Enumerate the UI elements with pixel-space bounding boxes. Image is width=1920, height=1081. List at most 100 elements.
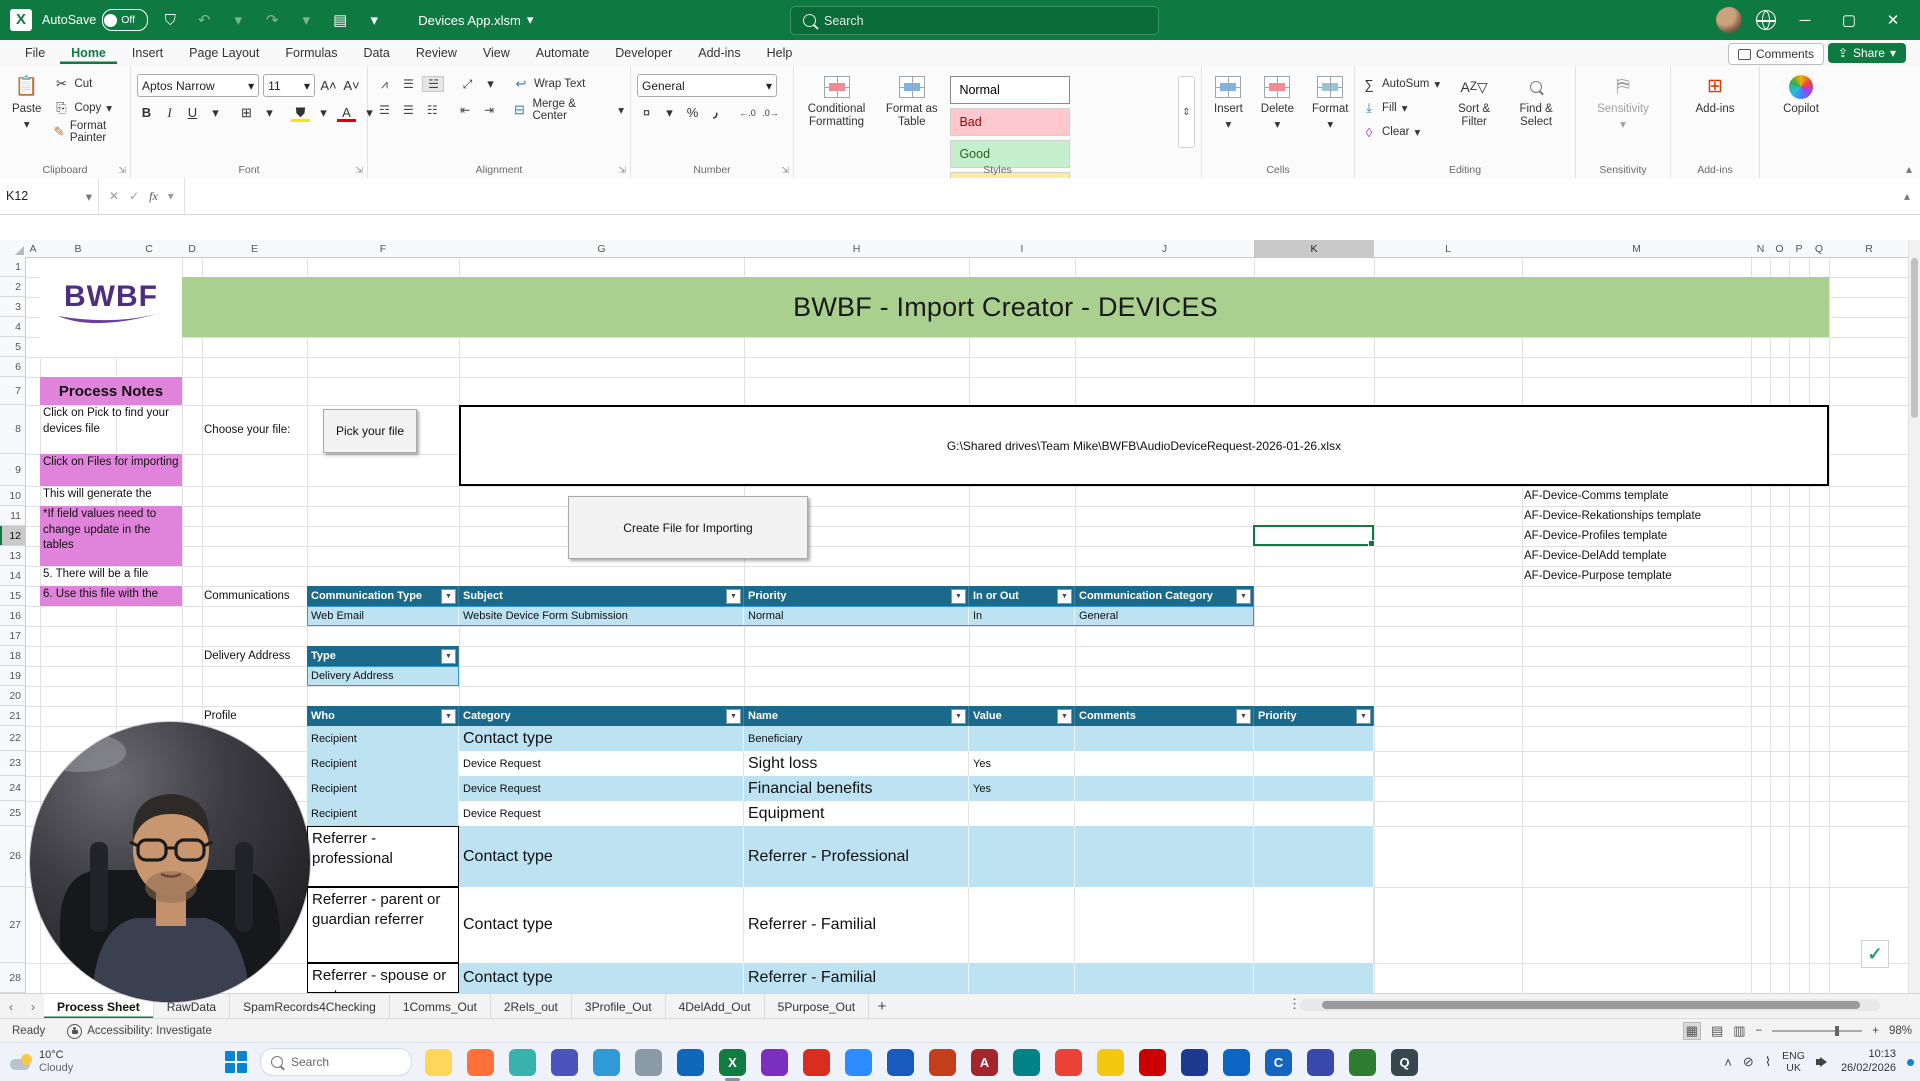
row-header-19[interactable]: 19 bbox=[0, 666, 26, 686]
profile-cell-value[interactable] bbox=[969, 801, 1075, 826]
zoom-slider[interactable] bbox=[1772, 1026, 1863, 1036]
user-avatar[interactable] bbox=[1716, 7, 1742, 33]
tab-scroll-left-icon[interactable]: ‹ bbox=[0, 994, 22, 1019]
conditional-formatting-button[interactable]: Conditional Formatting bbox=[800, 70, 873, 154]
menu-tab-developer[interactable]: Developer bbox=[604, 42, 683, 64]
profile-cell-priority[interactable] bbox=[1254, 726, 1374, 751]
profile-header-name[interactable]: Name ▼ bbox=[744, 706, 969, 726]
profile-cell-category[interactable]: Device Request bbox=[459, 776, 744, 801]
profile-cell-category[interactable]: Device Request bbox=[459, 751, 744, 776]
profile-header-who[interactable]: Who ▼ bbox=[307, 706, 459, 726]
copy-button[interactable]: ⎘ Copy ▾ bbox=[53, 98, 124, 118]
bold-button[interactable]: B bbox=[137, 103, 156, 122]
process-note-2[interactable]: Click on Files for importing bbox=[40, 454, 182, 486]
tab-scroll-right-icon[interactable]: › bbox=[22, 994, 44, 1019]
row-header-9[interactable]: 9 bbox=[0, 454, 26, 486]
accessibility-status[interactable]: Accessibility: Investigate bbox=[87, 1025, 212, 1037]
insert-function-icon[interactable]: fx bbox=[149, 189, 158, 204]
alignment-dialog-launcher[interactable]: ⇲ bbox=[618, 165, 626, 176]
align-center-icon[interactable]: ☰ bbox=[398, 103, 418, 117]
process-note-3[interactable]: This will generate the bbox=[40, 486, 182, 506]
profile-cell-name[interactable]: Referrer - Familial bbox=[744, 887, 969, 963]
menu-tab-view[interactable]: View bbox=[472, 42, 521, 64]
increase-font-icon[interactable]: A˄ bbox=[319, 76, 338, 95]
row-header-24[interactable]: 24 bbox=[0, 776, 26, 801]
minimize-button[interactable]: ─ bbox=[1790, 12, 1820, 29]
percent-style-icon[interactable]: % bbox=[683, 103, 702, 122]
column-header-F[interactable]: F bbox=[307, 240, 460, 258]
profile-cell-name[interactable]: Beneficiary bbox=[744, 726, 969, 751]
profile-cell-value[interactable]: Yes bbox=[969, 751, 1075, 776]
profile-cell-category[interactable]: Contact type bbox=[459, 826, 744, 887]
comm-filter-icon[interactable]: ▼ bbox=[441, 588, 456, 604]
column-header-C[interactable]: C bbox=[116, 240, 183, 258]
taskbar-app-app-purple[interactable] bbox=[761, 1048, 788, 1076]
row-header-1[interactable]: 1 bbox=[0, 257, 26, 277]
align-left-icon[interactable]: ☲ bbox=[374, 103, 394, 117]
taskbar-app-teams[interactable] bbox=[551, 1048, 578, 1076]
comm-header-priority[interactable]: Priority ▼ bbox=[744, 586, 969, 606]
taskbar-app-app-green[interactable] bbox=[1349, 1048, 1376, 1076]
comma-style-icon[interactable]: ٫ bbox=[706, 103, 725, 122]
active-cell-k12[interactable] bbox=[1253, 525, 1375, 547]
align-middle-icon[interactable]: ☰ bbox=[398, 77, 418, 91]
profile-filter-icon[interactable]: ▼ bbox=[951, 708, 966, 724]
collapse-ribbon-icon[interactable]: ▴ bbox=[1906, 162, 1912, 176]
format-as-table-button[interactable]: Format as Table bbox=[879, 70, 944, 154]
close-button[interactable]: ✕ bbox=[1878, 11, 1908, 29]
row-header-4[interactable]: 4 bbox=[0, 317, 26, 337]
start-button[interactable] bbox=[225, 1051, 247, 1073]
profile-cell-category[interactable]: Device Request bbox=[459, 801, 744, 826]
menu-tab-review[interactable]: Review bbox=[405, 42, 468, 64]
styles-gallery-more-icon[interactable]: ⇕ bbox=[1177, 76, 1195, 148]
sheet-tab-spamrecords4checking[interactable]: SpamRecords4Checking bbox=[230, 994, 390, 1019]
horizontal-scrollbar-thumb[interactable] bbox=[1322, 1001, 1860, 1009]
weather-widget[interactable]: 10°C Cloudy bbox=[0, 1049, 225, 1075]
sheet-tab-5purpose_out[interactable]: 5Purpose_Out bbox=[765, 994, 870, 1019]
sort-filter-button[interactable]: A Z ▽ Sort & Filter bbox=[1446, 70, 1502, 154]
comm-data-cell[interactable]: In bbox=[969, 606, 1075, 626]
expand-formula-bar-icon[interactable]: ▴ bbox=[1894, 178, 1920, 214]
column-header-Q[interactable]: Q bbox=[1809, 240, 1830, 258]
underline-chevron-icon[interactable]: ▾ bbox=[206, 103, 225, 122]
row-header-6[interactable]: 6 bbox=[0, 357, 26, 377]
row-header-7[interactable]: 7 bbox=[0, 377, 26, 405]
column-header-J[interactable]: J bbox=[1075, 240, 1255, 258]
italic-button[interactable]: I bbox=[160, 103, 179, 122]
profile-cell-comments[interactable] bbox=[1075, 726, 1254, 751]
cancel-entry-icon[interactable]: ✕ bbox=[109, 189, 119, 203]
autosave-toggle[interactable]: AutoSave Off bbox=[42, 9, 149, 31]
tray-chevron-icon[interactable]: ˄ bbox=[1724, 1055, 1732, 1070]
normal-view-icon[interactable]: ▦ bbox=[1682, 1022, 1701, 1040]
row-header-8[interactable]: 8 bbox=[0, 405, 26, 454]
cell-style-normal[interactable]: Normal bbox=[950, 76, 1071, 104]
font-color-button[interactable]: A bbox=[337, 103, 356, 122]
menu-tab-formulas[interactable]: Formulas bbox=[274, 42, 348, 64]
profile-filter-icon[interactable]: ▼ bbox=[1236, 708, 1251, 724]
taskbar-app-excel[interactable]: X bbox=[719, 1048, 746, 1081]
row-header-20[interactable]: 20 bbox=[0, 686, 26, 706]
excel-app-icon[interactable] bbox=[10, 9, 32, 31]
column-header-N[interactable]: N bbox=[1751, 240, 1771, 258]
process-note-5[interactable]: 5. There will be a file bbox=[40, 566, 182, 586]
name-box[interactable]: K12 ▾ bbox=[0, 178, 99, 214]
delivery-filter-icon[interactable]: ▼ bbox=[441, 648, 456, 664]
profile-cell-comments[interactable] bbox=[1075, 801, 1254, 826]
autosum-button[interactable]: ∑ AutoSum ▾ bbox=[1361, 74, 1440, 94]
align-right-icon[interactable]: ☷ bbox=[422, 103, 442, 117]
row-header-10[interactable]: 10 bbox=[0, 486, 26, 506]
menu-tab-home[interactable]: Home bbox=[60, 42, 117, 64]
row-header-23[interactable]: 23 bbox=[0, 751, 26, 776]
vertical-scrollbar-thumb[interactable] bbox=[1911, 258, 1918, 418]
clipboard-dialog-launcher[interactable]: ⇲ bbox=[118, 165, 126, 176]
template-name-cell[interactable]: AF-Device-Rekationships template bbox=[1524, 506, 1750, 526]
clock[interactable]: 10:13 26/02/2026 bbox=[1841, 1048, 1896, 1076]
profile-cell-priority[interactable] bbox=[1254, 801, 1374, 826]
comm-filter-icon[interactable]: ▼ bbox=[1057, 588, 1072, 604]
taskbar-app-word[interactable] bbox=[887, 1048, 914, 1076]
fill-button[interactable]: ⤓ Fill ▾ bbox=[1361, 98, 1440, 118]
taskbar-app-vscode[interactable] bbox=[593, 1048, 620, 1076]
taskbar-app-zoom[interactable] bbox=[845, 1048, 872, 1076]
taskbar-app-app-dark[interactable]: Q bbox=[1391, 1048, 1418, 1076]
taskbar-app-app-blue[interactable]: C bbox=[1265, 1048, 1292, 1076]
